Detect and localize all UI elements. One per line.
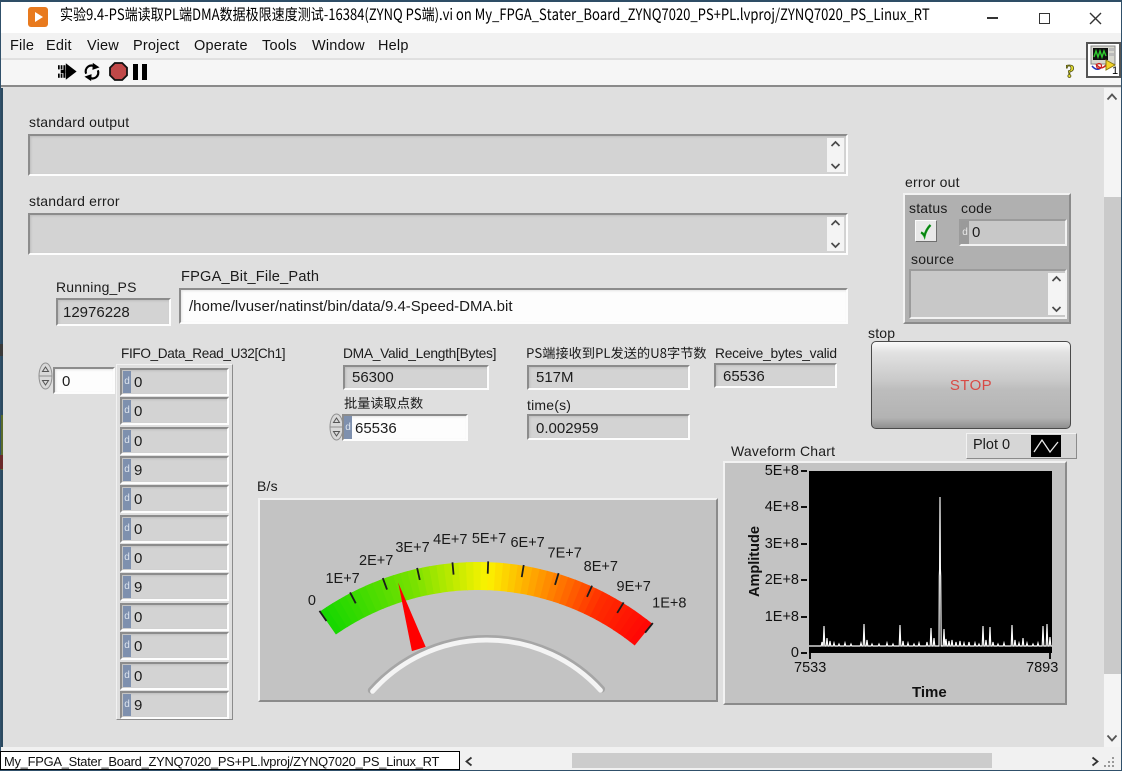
svg-text:5E+7: 5E+7 [472,531,506,547]
svg-text:8E+7: 8E+7 [584,559,618,575]
svg-text:7E+7: 7E+7 [548,546,582,562]
svg-text:?: ? [1065,62,1075,81]
svg-text:6E+7: 6E+7 [510,535,544,551]
svg-text:1E+7: 1E+7 [325,571,359,587]
svg-text:9E+7: 9E+7 [617,579,651,595]
svg-text:3E+7: 3E+7 [395,540,429,556]
svg-text:1E+8: 1E+8 [652,596,686,612]
svg-text:0: 0 [308,593,316,609]
svg-text:2E+7: 2E+7 [359,553,393,569]
svg-text:1: 1 [1112,65,1118,76]
svg-text:4E+7: 4E+7 [433,532,467,548]
